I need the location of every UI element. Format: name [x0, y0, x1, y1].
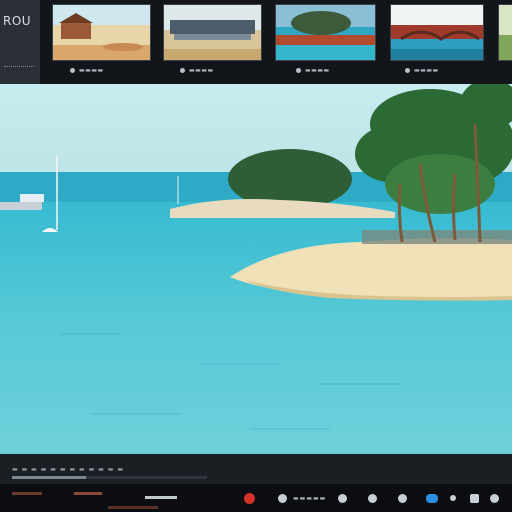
thumbnail-caption: ▬▬▬▬	[70, 65, 104, 75]
thumbnail-coastal-fort[interactable]	[275, 4, 376, 61]
fullscreen-icon[interactable]	[470, 493, 479, 503]
record-icon[interactable]	[244, 492, 255, 504]
segment-marker	[145, 496, 177, 499]
caption-dash: ▬▬▬▬	[79, 66, 104, 74]
image-icon	[70, 67, 75, 73]
close-control[interactable]	[490, 492, 499, 504]
fullscreen-control[interactable]	[470, 492, 479, 504]
segment-marker	[12, 492, 42, 495]
more-control[interactable]	[450, 492, 456, 504]
segment-marker	[108, 506, 158, 509]
main-photo	[0, 84, 512, 454]
filmstrip-bar: ROU ▬▬▬▬ ▬▬▬▬ ▬▬▬▬ ▬▬▬▬	[0, 0, 512, 84]
volume-icon[interactable]	[368, 493, 377, 503]
thumbnail-pier-station[interactable]	[163, 4, 262, 61]
album-panel[interactable]: ROU	[0, 0, 40, 84]
timeline-dashes: ▬ ▬ ▬ ▬ ▬ ▬ ▬ ▬ ▬ ▬ ▬ ▬	[12, 466, 125, 473]
caption-dash: ▬▬▬▬	[189, 66, 214, 74]
thumbnail-beach-hut[interactable]	[52, 4, 151, 61]
thumbnail-image	[276, 5, 375, 60]
thumbnail-image	[391, 5, 483, 60]
thumbnail-caption: ▬▬▬▬	[405, 65, 439, 75]
album-title: ROU	[3, 14, 32, 28]
image-icon	[180, 67, 185, 73]
time-control[interactable]	[278, 492, 287, 504]
thumbnail-caption: ▬▬▬▬	[296, 65, 330, 75]
caption-dash: ▬▬▬▬	[414, 66, 439, 74]
share-control[interactable]	[398, 492, 407, 504]
time-display: ▬▬▬▬▬	[293, 492, 326, 504]
thumbnail-image	[164, 5, 261, 60]
photo-viewer[interactable]	[0, 84, 512, 454]
volume-control[interactable]	[368, 492, 377, 504]
image-icon	[405, 67, 410, 73]
timeline-progress	[12, 476, 87, 479]
more-icon[interactable]	[450, 495, 456, 501]
thumbnail-harbor-bridge[interactable]	[390, 4, 484, 61]
share-icon[interactable]	[398, 493, 407, 503]
thumbnail-partial[interactable]	[498, 4, 512, 61]
thumbnail-image	[499, 5, 512, 60]
album-meta-divider	[4, 66, 34, 71]
clock-icon[interactable]	[278, 493, 287, 503]
thumbnail-image	[53, 5, 150, 60]
control-bar: ▬▬▬▬▬	[0, 484, 512, 512]
segment-marker	[74, 492, 102, 495]
time-dashes: ▬▬▬▬▬	[293, 494, 327, 502]
thumbnail-caption: ▬▬▬▬	[180, 65, 214, 75]
gear-icon[interactable]	[338, 493, 347, 503]
settings-control[interactable]	[338, 492, 347, 504]
image-icon	[296, 67, 301, 73]
caption-dash: ▬▬▬▬	[305, 66, 330, 74]
cast-icon[interactable]	[426, 493, 438, 503]
cast-control[interactable]	[426, 492, 438, 504]
timeline-track[interactable]	[12, 476, 207, 479]
close-icon[interactable]	[490, 493, 499, 503]
record-control[interactable]	[244, 492, 255, 504]
timeline-bar: ▬ ▬ ▬ ▬ ▬ ▬ ▬ ▬ ▬ ▬ ▬ ▬	[0, 454, 512, 484]
